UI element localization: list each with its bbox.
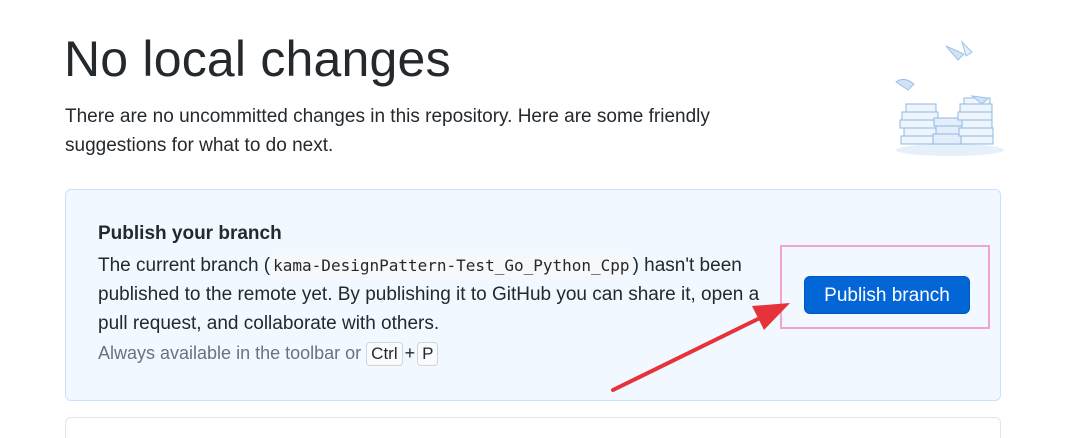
publish-branch-title: Publish your branch xyxy=(98,223,282,244)
publish-branch-description: The current branch (kama-DesignPattern-T… xyxy=(98,251,788,338)
shortcut-plus: + xyxy=(404,343,416,363)
paper-stacks-illustration-icon xyxy=(895,40,1004,156)
branch-name: kama-DesignPattern-Test_Go_Python_Cpp xyxy=(270,255,633,276)
next-suggestion-card xyxy=(65,417,1001,438)
shortcut-key-p: P xyxy=(417,342,439,366)
page-title: No local changes xyxy=(64,31,451,87)
toolbar-hint-text: Always available in the toolbar or xyxy=(98,343,362,363)
page-subtitle: There are no uncommitted changes in this… xyxy=(65,106,710,156)
toolbar-hint: Always available in the toolbar or Ctrl +… xyxy=(98,342,439,366)
publish-branch-button[interactable]: Publish branch xyxy=(804,276,970,314)
description-prefix: The current branch ( xyxy=(98,255,271,276)
shortcut-key-ctrl: Ctrl xyxy=(366,342,403,366)
no-local-changes-page: No local changes There are no uncommitte… xyxy=(0,0,1069,438)
